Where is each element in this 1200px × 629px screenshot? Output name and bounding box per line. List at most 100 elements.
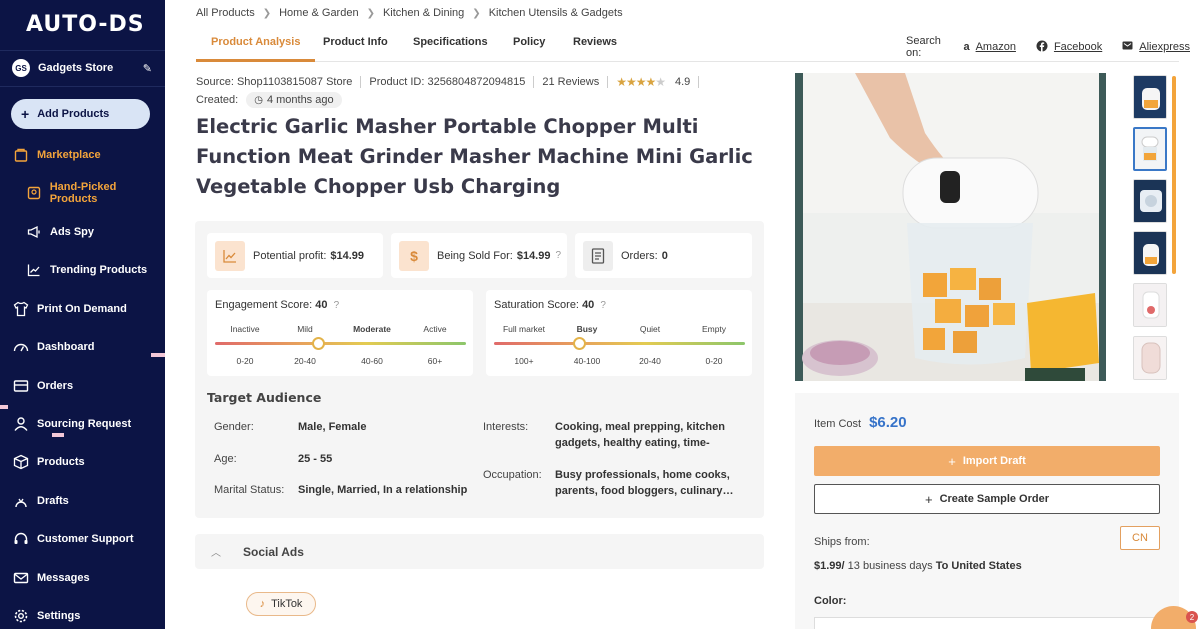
tiktok-icon: ♪: [259, 598, 266, 610]
item-cost-label: Item Cost: [814, 418, 862, 430]
ships-from-label: Ships from:: [814, 536, 870, 548]
sidebar-item-hand-picked[interactable]: Hand-Picked Products: [0, 178, 165, 208]
sidebar-accent: [151, 353, 165, 357]
marital-label: Marital Status:: [214, 484, 285, 496]
breadcrumb-item[interactable]: All Products: [196, 7, 255, 19]
amazon-link[interactable]: Amazon: [976, 41, 1016, 53]
tab-product-info[interactable]: Product Info: [323, 33, 388, 62]
product-thumbnail[interactable]: [1133, 231, 1167, 275]
product-thumbnail[interactable]: [1133, 283, 1167, 327]
engagement-range: 60+: [427, 356, 443, 366]
breadcrumb-item[interactable]: Kitchen Utensils & Gadgets: [489, 7, 623, 19]
sidebar-item-marketplace[interactable]: Marketplace: [0, 140, 165, 170]
sidebar-item-customer-support[interactable]: Customer Support: [0, 524, 165, 554]
saturation-range: 40-100: [573, 356, 601, 366]
pencil-icon[interactable]: ✎: [143, 62, 152, 75]
search-on-label: Search on:: [906, 35, 941, 59]
product-title: Electric Garlic Masher Portable Chopper …: [196, 115, 753, 198]
saturation-indicator: [573, 337, 587, 350]
search-on-links: Search on: a Amazon Facebook Aliexpress: [906, 35, 1200, 59]
help-icon[interactable]: ?: [555, 250, 561, 261]
saturation-range: 20-40: [639, 356, 661, 366]
shipping-destination[interactable]: To United States: [936, 560, 1022, 572]
sidebar-item-label: Print On Demand: [37, 303, 127, 315]
aliexpress-link[interactable]: Aliexpress: [1139, 41, 1190, 53]
gender-label: Gender:: [214, 421, 254, 433]
sidebar-item-label: Dashboard: [37, 341, 95, 353]
engagement-indicator: [311, 337, 325, 350]
social-ads-accordion[interactable]: ︿ Social Ads: [195, 534, 764, 569]
aliexpress-icon: [1122, 40, 1133, 54]
product-source[interactable]: Source: Shop1103815087 Store: [196, 76, 352, 88]
product-thumbnail[interactable]: [1133, 336, 1167, 380]
orders-label: Orders:: [621, 249, 658, 262]
saturation-value: 40: [582, 299, 595, 311]
analysis-panel: Potential profit: $14.99 $ Being Sold Fo…: [195, 221, 764, 518]
product-thumbnail[interactable]: [1133, 75, 1167, 119]
sidebar-item-sourcing-request[interactable]: Sourcing Request: [0, 409, 165, 439]
saturation-range: 100+: [514, 356, 534, 366]
engagement-range: 40-60: [361, 356, 383, 366]
product-main-image[interactable]: [795, 73, 1106, 381]
saturation-score-card: Saturation Score: 40 ? Full market Busy …: [486, 290, 752, 376]
sidebar-item-drafts[interactable]: Drafts: [0, 486, 165, 516]
tiktok-button[interactable]: ♪ TikTok: [246, 592, 316, 616]
tab-specifications[interactable]: Specifications: [413, 33, 488, 62]
marketplace-icon: [12, 146, 30, 164]
sidebar-item-label: Sourcing Request: [37, 418, 132, 430]
created-value: 4 months ago: [266, 94, 334, 106]
interests-value: Cooking, meal prepping, kitchen gadgets,…: [555, 421, 725, 449]
tab-product-analysis[interactable]: Product Analysis: [196, 33, 316, 62]
autods-logo[interactable]: AUTO-DS: [26, 12, 145, 37]
product-id: Product ID: 3256804872094815: [369, 76, 526, 88]
interests-label: Interests:: [483, 421, 529, 433]
engagement-title: Engagement Score: 40 ?: [215, 299, 340, 311]
review-count[interactable]: 21 Reviews: [542, 76, 599, 88]
rating-value: 4.9: [675, 76, 691, 88]
saturation-bar: [494, 342, 745, 345]
sidebar-item-orders[interactable]: Orders: [0, 371, 165, 401]
breadcrumb-item[interactable]: Kitchen & Dining: [383, 7, 464, 19]
import-draft-button[interactable]: + Import Draft: [814, 446, 1160, 476]
item-cost-value: $6.20: [869, 414, 907, 431]
purchase-card: Item Cost $6.20 + Import Draft + Create …: [795, 393, 1179, 629]
tab-reviews[interactable]: Reviews: [573, 33, 617, 62]
thumbnail-scrollbar[interactable]: [1172, 76, 1176, 274]
ships-from-cn-option[interactable]: CN: [1120, 526, 1160, 550]
saturation-level-label: Empty: [701, 324, 727, 334]
breadcrumb-item[interactable]: Home & Garden: [279, 7, 358, 19]
engagement-bar: [215, 342, 466, 345]
divider: [360, 76, 362, 88]
occupation-label: Occupation:: [483, 469, 542, 481]
facebook-icon: [1036, 40, 1048, 55]
sidebar-item-print-on-demand[interactable]: Print On Demand: [0, 294, 165, 324]
chevron-up-icon: ︿: [211, 548, 221, 559]
target-audience-title: Target Audience: [207, 390, 322, 405]
add-products-button[interactable]: + Add Products: [11, 99, 150, 129]
sourcing-icon: [12, 415, 30, 433]
sidebar-item-products[interactable]: Products: [0, 447, 165, 477]
age-label: Age:: [214, 453, 237, 465]
chevron-right-icon: ❯: [262, 7, 272, 19]
tab-policy[interactable]: Policy: [513, 33, 545, 62]
facebook-link[interactable]: Facebook: [1054, 41, 1102, 53]
create-sample-order-button[interactable]: + Create Sample Order: [814, 484, 1160, 514]
orders-card: Orders: 0: [575, 233, 752, 278]
help-icon[interactable]: ?: [600, 300, 606, 311]
saturation-level-label: Busy: [576, 324, 598, 334]
help-icon[interactable]: ?: [334, 300, 340, 311]
gender-value: Male, Female: [298, 421, 367, 433]
engagement-level-label: Active: [423, 324, 447, 334]
sidebar-item-label: Settings: [37, 610, 81, 622]
sidebar-item-settings[interactable]: Settings: [0, 601, 165, 629]
sidebar-item-messages[interactable]: Messages: [0, 563, 165, 593]
product-thumbnail-selected[interactable]: [1133, 127, 1167, 171]
product-thumbnail[interactable]: [1133, 179, 1167, 223]
sidebar-item-dashboard[interactable]: Dashboard: [0, 332, 165, 362]
color-selector[interactable]: [814, 617, 1160, 629]
store-selector[interactable]: GS Gadgets Store ✎: [12, 58, 152, 78]
sidebar-item-trending[interactable]: Trending Products: [0, 255, 165, 285]
engagement-range: 20-40: [294, 356, 316, 366]
headset-icon: [12, 530, 30, 548]
sidebar-item-ads-spy[interactable]: Ads Spy: [0, 217, 165, 247]
